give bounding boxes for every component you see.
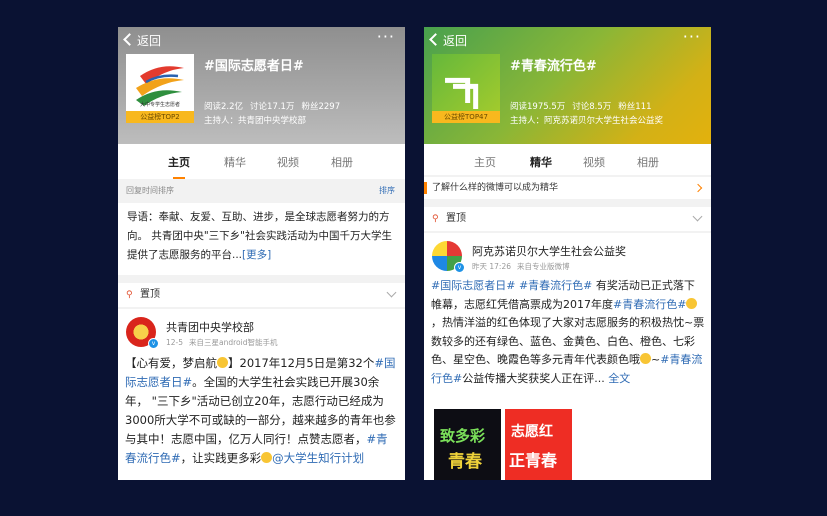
post-image-1[interactable]: 致多彩 青春 [434, 409, 501, 480]
topic-stats: 阅读2.2亿 讨论17.1万 粉丝2297 [204, 100, 347, 112]
back-chevron-icon [123, 33, 136, 46]
sort-label: 回复时间排序 [126, 186, 174, 195]
poster-2-title: 志愿红 [511, 424, 553, 440]
back-label: 返回 [443, 34, 468, 48]
rank-badge: 公益榜TOP47 [432, 111, 500, 123]
pinned-section-header[interactable]: ⚲ 置顶 [118, 283, 405, 307]
post-source: 来自专业版微博 [517, 262, 570, 271]
tab-album[interactable]: 相册 [637, 154, 659, 170]
topic-host[interactable]: 主持人：共青团中央学校部 [204, 114, 306, 126]
tab-essence[interactable]: 精华 [530, 154, 552, 179]
topic-title: #青春流行色# [510, 59, 597, 74]
hashtag-link[interactable]: #青春流行色# [519, 279, 592, 292]
read-count: 阅读1975.5万 [510, 102, 566, 112]
topic-thumbnail: 公益榜TOP47 [432, 54, 500, 123]
post-meta: 12-5 来自三星android智能手机 [166, 337, 284, 348]
topic-title: #国际志愿者日# [204, 59, 304, 74]
topic-header: 返回 ··· 大中专学生志愿者 公益榜TOP2 #国际志愿者日# 阅读2.2亿讨… [118, 27, 405, 144]
post-content: 【心有爱，梦启航 】2017年12月5日是第32个#国际志愿者日#。全国的大学生社… [125, 354, 399, 468]
topic-thumbnail: 大中专学生志愿者 公益榜TOP2 [126, 54, 194, 123]
muscle-emoji-icon [217, 357, 228, 368]
back-button[interactable]: 返回 [429, 32, 468, 50]
post-author[interactable]: 共青团中央学校部 [166, 319, 254, 335]
post-content: #国际志愿者日# #青春流行色# 有奖活动已正式落下帷幕，志愿红凭借高票成为20… [431, 277, 705, 388]
more-menu-button[interactable]: ··· [683, 29, 701, 45]
pinned-section-header[interactable]: ⚲ 置顶 [424, 207, 711, 231]
tab-album[interactable]: 相册 [331, 154, 353, 170]
pin-icon: ⚲ [126, 290, 133, 300]
topic-header: 返回 ··· 公益榜TOP47 #青春流行色# 阅读1975.5万 讨论8.5万粉… [424, 27, 711, 144]
topic-intro: 导语：奉献、友爱、互助、进步，是全球志愿者努力的方向。 共青团中央"三下乡"社会… [118, 203, 405, 275]
tab-home[interactable]: 主页 [474, 154, 496, 170]
essence-banner-text: 了解什么样的微博可以成为精华 [432, 183, 559, 193]
sort-button[interactable]: 排序 [379, 181, 395, 201]
post-text: 公益传播大奖获奖人正在评... [462, 371, 605, 385]
smile-emoji-icon [686, 297, 698, 309]
tab-home[interactable]: 主页 [168, 154, 190, 179]
tab-bar: 主页 精华 视频 相册 [118, 144, 405, 179]
back-chevron-icon [429, 33, 442, 46]
full-text-link[interactable]: 全文 [608, 372, 630, 385]
post-date: 12-5 [166, 338, 184, 347]
post-text: 】2017年12月5日是第32个 [228, 356, 375, 370]
back-label: 返回 [137, 34, 162, 48]
post-author[interactable]: 阿克苏诺贝尔大学生社会公益奖 [472, 243, 626, 259]
post-text: ~ [651, 353, 661, 366]
poster-1-subtitle: 青春 [448, 452, 482, 472]
chevron-right-icon [693, 183, 703, 193]
tab-essence[interactable]: 精华 [224, 154, 246, 170]
hashtag-link[interactable]: #青春流行色# [613, 298, 686, 311]
hashtag-link[interactable]: #国际志愿者日# [431, 279, 515, 292]
discuss-count: 讨论8.5万 [572, 102, 612, 112]
tab-video[interactable]: 视频 [277, 154, 299, 170]
chevron-down-icon[interactable] [386, 287, 397, 298]
chevron-down-icon[interactable] [692, 211, 703, 222]
intro-more-link[interactable]: [更多] [242, 249, 271, 261]
topic-page-international-volunteer-day: 返回 ··· 大中专学生志愿者 公益榜TOP2 #国际志愿者日# 阅读2.2亿讨… [118, 27, 405, 480]
rank-badge: 公益榜TOP2 [126, 111, 194, 123]
sort-bar: 回复时间排序 排序 [118, 181, 405, 201]
pinned-label: 置顶 [140, 289, 160, 300]
fans-count: 粉丝111 [618, 102, 652, 112]
poster-2-subtitle: 正青春 [509, 451, 558, 470]
smile-emoji-icon [261, 452, 273, 463]
mention-link[interactable]: @大学生知行计划 [272, 451, 364, 465]
post-text: 【心有爱，梦启航 [125, 356, 217, 370]
post-text: ，让实践更多彩 [180, 451, 262, 465]
accent-bar [424, 182, 427, 194]
pin-icon: ⚲ [432, 214, 439, 224]
tab-video[interactable]: 视频 [583, 154, 605, 170]
post-source: 来自三星android智能手机 [189, 338, 278, 347]
tab-bar: 主页 精华 视频 相册 [424, 144, 711, 179]
weibo-post[interactable]: v 共青团中央学校部 12-5 来自三星android智能手机 【心有爱，梦启航】… [118, 309, 405, 480]
discuss-count: 讨论17.1万 [250, 102, 295, 112]
essence-info-banner[interactable]: 了解什么样的微博可以成为精华 [424, 177, 711, 199]
post-date: 昨天 17:26 [472, 262, 511, 271]
more-menu-button[interactable]: ··· [377, 29, 395, 45]
topic-host[interactable]: 主持人：阿克苏诺贝尔大学生社会公益奖 [510, 114, 663, 126]
poster-1-title: 致多彩 [440, 427, 486, 445]
back-button[interactable]: 返回 [123, 32, 162, 50]
post-image-2[interactable]: 志愿红 正青春 [505, 409, 572, 480]
verified-badge-icon: v [148, 338, 159, 349]
read-count: 阅读2.2亿 [204, 102, 244, 112]
post-meta: 昨天 17:26 来自专业版微博 [472, 261, 576, 272]
thumbnail-caption: 大中专学生志愿者 [139, 102, 180, 108]
topic-page-youth-trend-color: 返回 ··· 公益榜TOP47 #青春流行色# 阅读1975.5万 讨论8.5万粉… [424, 27, 711, 480]
topic-stats: 阅读1975.5万 讨论8.5万 粉丝111 [510, 100, 659, 112]
wink-emoji-icon [640, 353, 651, 364]
verified-badge-icon: v [454, 262, 465, 273]
pinned-label: 置顶 [446, 213, 466, 224]
fans-count: 粉丝2297 [301, 102, 341, 112]
